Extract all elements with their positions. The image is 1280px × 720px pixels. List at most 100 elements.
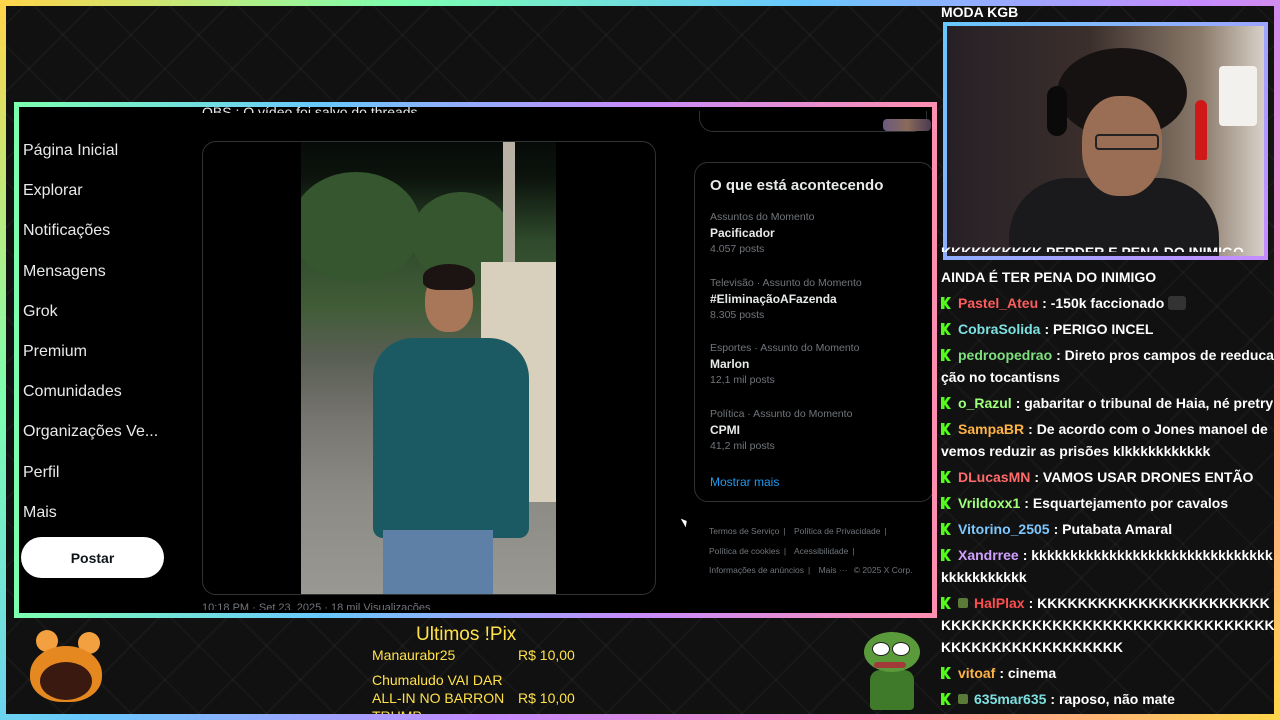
nav-messages[interactable]: Mensagens [23, 252, 183, 292]
tweet-video-card[interactable] [202, 141, 656, 595]
footer-separator: | [783, 526, 786, 536]
chat-username[interactable]: Pastel_Ateu [958, 295, 1038, 311]
pix-donor: Manaurabr25 [372, 647, 456, 663]
video-person-hair [423, 264, 475, 290]
chat-message-text: : raposo, não mate [1050, 691, 1175, 707]
trend-count: 41,2 mil posts [710, 440, 775, 452]
chat-message: vitoaf: cinema [941, 662, 1275, 684]
chat-username[interactable]: CobraSolida [958, 321, 1040, 337]
chat-username[interactable]: vitoaf [958, 665, 995, 681]
chat-panel: AINDA É TER PENA DO INIMIGO Pastel_Ateu:… [941, 266, 1275, 714]
trend-context: Esportes · Assunto do Momento [710, 342, 860, 354]
chat-message: DLucasMN: VAMOS USAR DRONES ENTÃO [941, 466, 1275, 488]
chat-message: o_Razul: gabaritar o tribunal de Haia, n… [941, 392, 1275, 414]
chat-message: CobraSolida: PERIGO INCEL [941, 318, 1275, 340]
nav-premium[interactable]: Premium [23, 332, 183, 372]
pepe-mouth [874, 662, 906, 668]
chat-username[interactable]: HalPlax [974, 595, 1025, 611]
nav-grok[interactable]: Grok [23, 292, 183, 332]
show-more-link[interactable]: Mostrar mais [710, 475, 779, 489]
tweet-text: OBS : O vídeo foi salvo do threads. [202, 104, 422, 113]
pix-amount: R$ 10,00 [518, 647, 575, 663]
chat-message-text: : gabaritar o tribunal de Haia, né pretr… [1015, 395, 1274, 411]
chat-username[interactable]: DLucasMN [958, 469, 1030, 485]
nav-more[interactable]: Mais [23, 493, 183, 533]
pix-amount: R$ 10,00 [518, 690, 575, 706]
chat-username[interactable]: Vrildoxx1 [958, 495, 1020, 511]
footer-separator: | [783, 545, 787, 556]
footer-more-link[interactable]: Mais ··· [819, 565, 848, 575]
kick-badge-icon [941, 297, 951, 309]
footer-separator: | [884, 526, 887, 536]
chat-message: Xandrree: kkkkkkkkkkkkkkkkkkkkkkkkkkkkkk… [941, 544, 1275, 588]
nav-profile[interactable]: Perfil [23, 453, 183, 493]
trend-item[interactable]: Televisão · Assunto do Momento #Eliminaç… [710, 277, 925, 321]
mouse-cursor-icon [680, 516, 690, 528]
subscriber-badge-icon [958, 694, 968, 704]
footer-separator: | [852, 545, 855, 556]
footer-cookies-link[interactable]: Política de cookies [709, 546, 780, 556]
chat-message: HalPlax: KKKKKKKKKKKKKKKKKKKKKKKKKKKKKKK… [941, 592, 1275, 658]
video-tree [301, 172, 421, 282]
nav-notifications[interactable]: Notificações [23, 211, 183, 251]
kick-badge-icon [941, 397, 951, 409]
chat-username[interactable]: o_Razul [958, 395, 1012, 411]
chat-username[interactable]: Vitorino_2505 [958, 521, 1050, 537]
footer-privacy-link[interactable]: Política de Privacidade [794, 526, 880, 536]
subscriber-badge-icon [958, 598, 968, 608]
mascot-face [40, 662, 92, 700]
chat-message-text: : Putabata Amaral [1053, 521, 1173, 537]
chat-message-text: : PERIGO INCEL [1044, 321, 1154, 337]
chat-username[interactable]: pedroopedrao [958, 347, 1052, 363]
webcam-feed [943, 22, 1268, 260]
kick-badge-icon [941, 693, 951, 705]
chat-message: 635mar635: raposo, não mate [941, 688, 1275, 710]
trend-item[interactable]: Esportes · Assunto do Momento Marlon 12,… [710, 342, 925, 386]
kick-badge-icon [941, 471, 951, 483]
trend-context: Televisão · Assunto do Momento [710, 277, 862, 289]
chat-username[interactable]: Xandrree [958, 547, 1019, 563]
trends-panel: O que está acontecendo Assuntos do Momen… [694, 162, 932, 502]
nav-verified-orgs[interactable]: Organizações Ve... [23, 412, 183, 452]
pepe-body [870, 670, 914, 710]
post-button[interactable]: Postar [21, 537, 164, 578]
trends-title: O que está acontecendo [710, 177, 884, 194]
tweet-video[interactable] [301, 142, 556, 594]
pix-title: Ultimos !Pix [416, 624, 517, 645]
video-person-legs [383, 530, 493, 594]
chat-username[interactable]: 635mar635 [974, 691, 1046, 707]
chat-message-list: Pastel_Ateu: -150k faccionado CobraSolida… [941, 292, 1275, 710]
chat-message: pedroopedrao: Direto pros campos de reed… [941, 344, 1275, 388]
nav-home[interactable]: Página Inicial [23, 131, 183, 171]
footer-ads-link[interactable]: Informações de anúncios [709, 565, 804, 575]
webcam-person-glasses [1095, 134, 1159, 150]
webcam-title: MODA KGB [941, 4, 1019, 20]
trend-context: Assuntos do Momento [710, 211, 815, 223]
kick-badge-icon [941, 549, 951, 561]
kick-badge-icon [941, 349, 951, 361]
trend-item[interactable]: Assuntos do Momento Pacificador 4.057 po… [710, 211, 925, 255]
footer-terms-link[interactable]: Termos de Serviço [709, 526, 779, 536]
trend-count: 12,1 mil posts [710, 374, 775, 386]
video-statue [503, 142, 515, 272]
headphones-icon [1047, 86, 1067, 136]
chat-message-text: AINDA É TER PENA DO INIMIGO [941, 269, 1157, 285]
pepe-eye [872, 642, 890, 656]
kick-badge-icon [941, 523, 951, 535]
trend-context: Política · Assunto do Momento [710, 408, 853, 420]
thumbnail-strip [883, 119, 931, 131]
pepe-frog-icon [860, 632, 924, 710]
chat-message: SampaBR: De acordo com o Jones manoel de… [941, 418, 1275, 462]
trend-name: Pacificador [710, 226, 775, 240]
video-person-body [373, 338, 529, 538]
kick-badge-icon [941, 597, 951, 609]
chat-message-text: : VAMOS USAR DRONES ENTÃO [1034, 469, 1254, 485]
chat-username[interactable]: SampaBR [958, 421, 1024, 437]
chat-message-text: : -150k faccionado [1042, 295, 1165, 311]
footer-accessibility-link[interactable]: Acessibilidade [794, 546, 848, 556]
nav-communities[interactable]: Comunidades [23, 372, 183, 412]
trend-item[interactable]: Política · Assunto do Momento CPMI 41,2 … [710, 408, 925, 452]
webcam-figurine [1195, 100, 1207, 160]
kick-badge-icon [941, 423, 951, 435]
nav-explore[interactable]: Explorar [23, 171, 183, 211]
